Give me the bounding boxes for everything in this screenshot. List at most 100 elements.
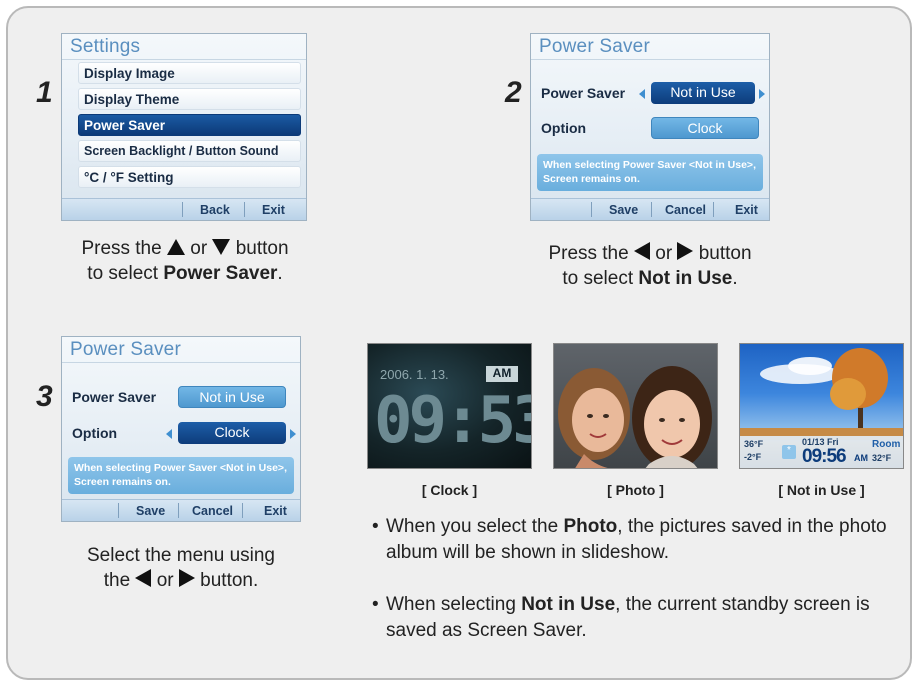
bullet-dot: • [372, 516, 379, 537]
info-note: When selecting Power Saver <Not in Use>,… [537, 154, 763, 191]
caption-text: button. [200, 570, 259, 591]
softkey-separator [182, 202, 183, 217]
room-temp: 32°F [872, 453, 892, 463]
landscape-image [740, 348, 903, 440]
step-number-1: 1 [36, 76, 53, 109]
softkey-bar: Back Exit [62, 198, 306, 220]
caption-text: button [235, 238, 289, 259]
standby-screen-thumbnail: 36°F -2°F * 01/13 Fri 09:56 AM Room 32°F [739, 343, 904, 469]
power-saver-value[interactable]: Not in Use [651, 82, 755, 104]
left-arrow-icon[interactable] [639, 89, 645, 99]
menu-item-temperature-setting[interactable]: °C / °F Setting [78, 166, 301, 188]
softkey-separator [118, 503, 119, 518]
step-number-2: 2 [505, 76, 522, 109]
screen-title: Settings [70, 36, 141, 57]
caption-text: . [277, 263, 283, 284]
right-arrow-icon[interactable] [759, 89, 765, 99]
clock-screensaver-thumbnail: 2006. 1. 13. AM 09:53 [367, 343, 532, 469]
up-arrow-icon [166, 239, 185, 255]
power-saver-label: Power Saver [72, 389, 157, 405]
exit-softkey[interactable]: Exit [262, 203, 285, 217]
save-softkey[interactable]: Save [609, 203, 638, 217]
exit-softkey[interactable]: Exit [735, 203, 758, 217]
menu-item-power-saver[interactable]: Power Saver [78, 114, 301, 136]
cancel-softkey[interactable]: Cancel [192, 504, 233, 518]
title-divider [62, 362, 300, 363]
power-saver-label: Power Saver [541, 85, 626, 101]
option-label: Option [72, 425, 118, 441]
exit-softkey[interactable]: Exit [264, 504, 287, 518]
softkey-separator [713, 202, 714, 217]
bullet-bold: Photo [563, 516, 618, 537]
caption-text: or [655, 243, 673, 264]
softkey-bar: Save Cancel Exit [62, 499, 300, 521]
bullet-text: When selecting [386, 594, 516, 615]
weather-icon: * [782, 445, 796, 459]
cancel-softkey[interactable]: Cancel [665, 203, 706, 217]
right-arrow-icon[interactable] [290, 429, 296, 439]
step3-caption: Select the menu using the or button. [36, 543, 326, 593]
step2-caption: Press the or button to select Not in Use… [505, 241, 795, 291]
info-note: When selecting Power Saver <Not in Use>,… [68, 457, 294, 494]
photo-caption: [ Photo ] [607, 482, 664, 498]
step-number-3: 3 [36, 380, 53, 413]
softkey-separator [242, 503, 243, 518]
caption-bold: Power Saver [163, 263, 278, 284]
settings-screen: Settings Display Image Display Theme Pow… [61, 33, 307, 221]
softkey-separator [651, 202, 652, 217]
bullet-dot: • [372, 594, 379, 615]
menu-item-display-theme[interactable]: Display Theme [78, 88, 301, 110]
power-saver-screen-step3: Power Saver Power Saver Not in Use Optio… [61, 336, 301, 522]
caption-text: button [698, 243, 752, 264]
room-label: Room [872, 439, 901, 450]
caption-text: the [103, 570, 131, 591]
caption-text: . [732, 268, 738, 289]
caption-bold: Not in Use [638, 268, 733, 289]
softkey-separator [178, 503, 179, 518]
standby-time: 09:56 [802, 446, 847, 467]
option-label: Option [541, 120, 587, 136]
option-value[interactable]: Clock [178, 422, 286, 444]
bullet-text: When you select the [386, 516, 559, 537]
softkey-separator [244, 202, 245, 217]
down-arrow-icon [212, 239, 231, 255]
caption-text: Press the [81, 238, 162, 259]
caption-text: or [156, 570, 174, 591]
standby-info-bar: 36°F -2°F * 01/13 Fri 09:56 AM Room 32°F [740, 436, 903, 468]
back-softkey[interactable]: Back [200, 203, 230, 217]
title-divider [62, 59, 306, 60]
clock-ampm-badge: AM [486, 366, 518, 382]
bullet-bold: Not in Use [521, 594, 616, 615]
bullet-photo: • When you select the Photo, the picture… [372, 514, 896, 566]
left-arrow-icon [135, 569, 152, 587]
temp-low: -2°F [744, 452, 762, 462]
power-saver-screen-step2: Power Saver Power Saver Not in Use Optio… [530, 33, 770, 221]
photo-screensaver-thumbnail [553, 343, 718, 469]
clock-time: 09:53 [374, 384, 532, 458]
step1-caption: Press the or button to select Power Save… [40, 236, 330, 286]
clock-caption: [ Clock ] [421, 482, 478, 498]
caption-text: Select the menu using [86, 545, 275, 566]
right-arrow-icon [677, 242, 694, 260]
caption-text: to select [87, 263, 159, 284]
menu-item-display-image[interactable]: Display Image [78, 62, 301, 84]
caption-text: or [190, 238, 208, 259]
screen-title: Power Saver [70, 339, 181, 360]
softkey-separator [591, 202, 592, 217]
title-divider [531, 59, 769, 60]
menu-item-screen-backlight[interactable]: Screen Backlight / Button Sound [78, 140, 301, 162]
left-arrow-icon [633, 242, 650, 260]
caption-text: Press the [548, 243, 629, 264]
caption-text: to select [562, 268, 634, 289]
not-in-use-caption: [ Not in Use ] [778, 482, 865, 498]
right-arrow-icon [178, 569, 195, 587]
softkey-bar: Save Cancel Exit [531, 198, 769, 220]
power-saver-value[interactable]: Not in Use [178, 386, 286, 408]
left-arrow-icon[interactable] [166, 429, 172, 439]
option-value[interactable]: Clock [651, 117, 759, 139]
children-photo-image [558, 366, 712, 468]
bullet-not-in-use: • When selecting Not in Use, the current… [372, 592, 896, 644]
save-softkey[interactable]: Save [136, 504, 165, 518]
clock-date: 2006. 1. 13. [380, 367, 449, 382]
screen-title: Power Saver [539, 36, 650, 57]
